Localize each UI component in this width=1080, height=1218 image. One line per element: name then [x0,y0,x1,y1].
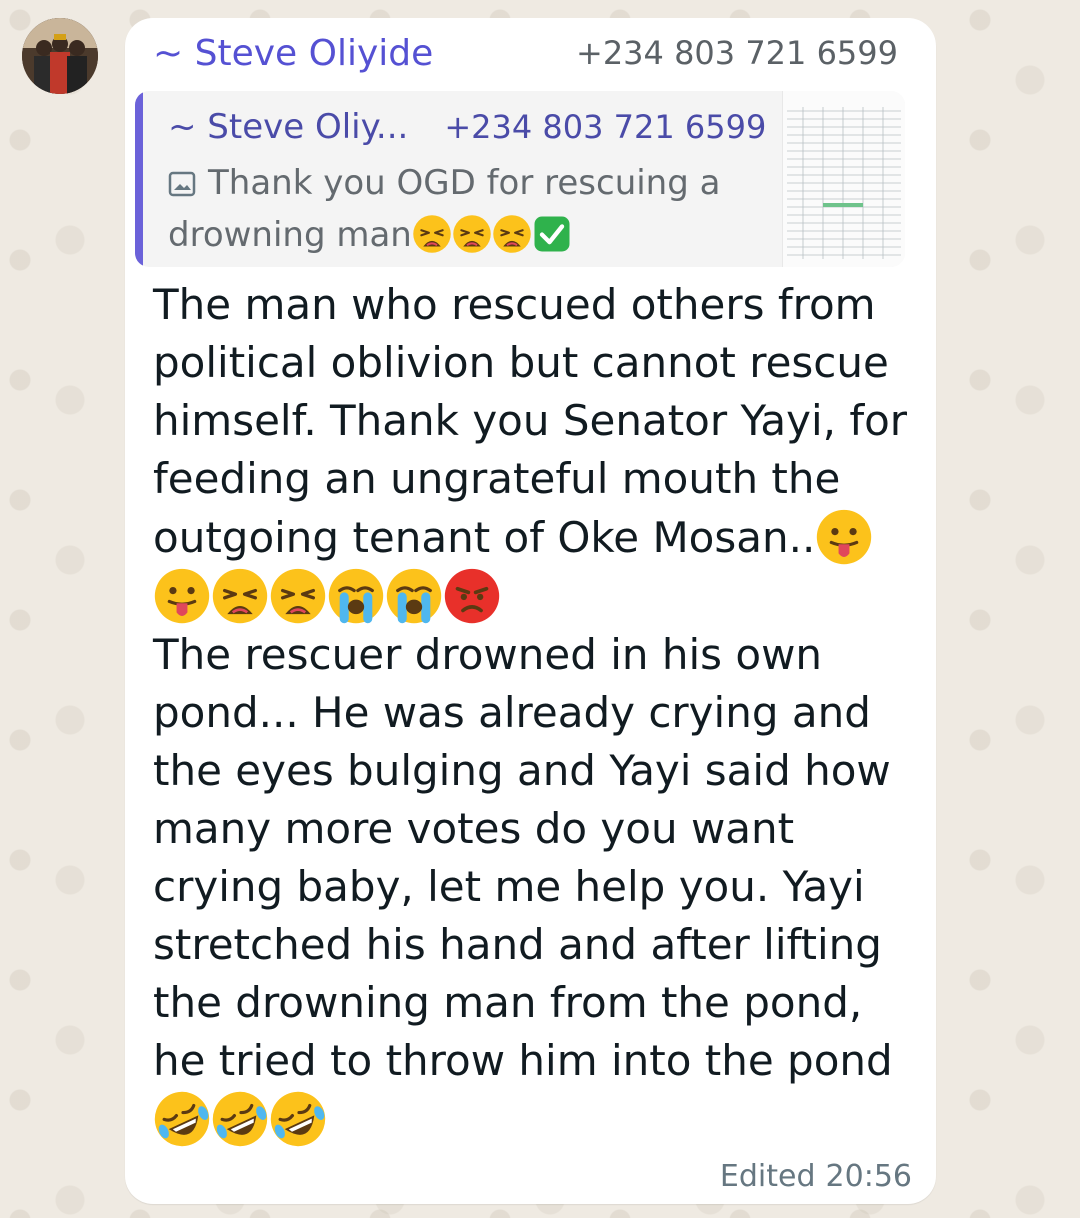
pouting-face-emoji-icon [444,568,500,624]
message-paragraph-1: The man who rescued others from politica… [153,280,921,562]
quoted-header: ~ Steve Oliy... +234 803 721 6599 [168,107,768,147]
tired-face-emoji-icon [413,215,451,253]
quote-accent-bar [135,91,143,267]
face-with-tongue-emoji-icon [817,509,872,565]
check-mark-button-emoji-icon [534,216,570,252]
tired-face-emoji-icon [453,215,491,253]
edited-label: Edited [719,1159,816,1194]
quoted-sender-name: ~ Steve Oliy... [168,107,409,147]
loudly-crying-face-emoji-icon [328,568,384,624]
quoted-text-block: Thank you OGD for rescuing a drowning ma… [168,157,758,261]
weary-face-emoji-icon [270,568,326,624]
sender-phone: +234 803 721 6599 [576,34,898,72]
quoted-image-thumbnail[interactable] [782,91,905,267]
paragraph-2-emojis [153,1091,327,1147]
quoted-message[interactable]: ~ Steve Oliy... +234 803 721 6599 Thank … [135,91,905,267]
sender-header: ~ Steve Oliyide +234 803 721 6599 [153,30,898,76]
message-body: The man who rescued others from politica… [153,276,913,1149]
face-with-tongue-emoji-icon [154,568,210,624]
message-meta: Edited 20:56 [720,1159,912,1194]
message-time: 20:56 [825,1159,912,1194]
quoted-sender-phone: +234 803 721 6599 [444,108,767,146]
quoted-emojis [412,215,572,255]
tired-face-emoji-icon [493,215,531,253]
rolling-on-floor-laughing-emoji-icon [270,1091,326,1147]
loudly-crying-face-emoji-icon [386,568,442,624]
sender-avatar[interactable] [22,18,98,94]
weary-face-emoji-icon [212,568,268,624]
sender-name[interactable]: ~ Steve Oliyide [153,33,433,74]
message-bubble[interactable]: ~ Steve Oliyide +234 803 721 6599 ~ Stev… [125,18,936,1204]
message-paragraph-2: The rescuer drowned in his own pond... H… [153,630,905,1085]
image-icon [168,171,196,197]
